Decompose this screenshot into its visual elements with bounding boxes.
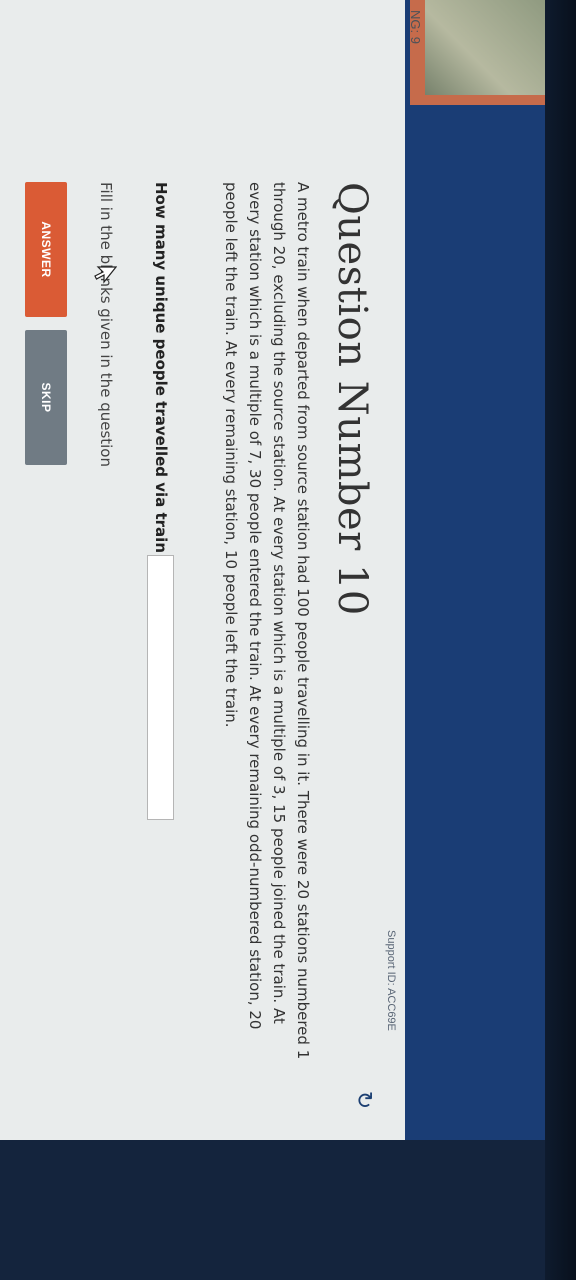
skip-button[interactable]: SKIP xyxy=(25,330,67,465)
exam-page: NG: 9 Support ID: ACC69E ↻ Question Numb… xyxy=(0,0,545,1140)
blank-row: How many unique people travelled via tra… xyxy=(145,182,177,821)
support-id: Support ID: ACC69E xyxy=(385,930,397,1031)
monitor-bezel xyxy=(545,0,576,1280)
answer-button[interactable]: ANSWER xyxy=(25,182,67,317)
webcam-thumbnail xyxy=(425,0,545,95)
answer-input[interactable] xyxy=(147,555,175,821)
question-title: Question Number 10 xyxy=(329,182,375,616)
stage-label: NG: 9 xyxy=(408,10,423,44)
mouse-pointer-icon xyxy=(94,266,117,284)
webcam-thumbnail-frame xyxy=(410,0,545,105)
blank-label: How many unique people travelled via tra… xyxy=(152,182,170,554)
question-text: A metro train when departed from source … xyxy=(222,182,312,1060)
question-panel: Support ID: ACC69E ↻ Question Number 10 … xyxy=(0,0,405,1140)
refresh-icon[interactable]: ↻ xyxy=(351,1088,376,1112)
fill-note: Fill in the blanks given in the question xyxy=(97,182,115,467)
header-bar: NG: 9 xyxy=(405,0,545,1140)
